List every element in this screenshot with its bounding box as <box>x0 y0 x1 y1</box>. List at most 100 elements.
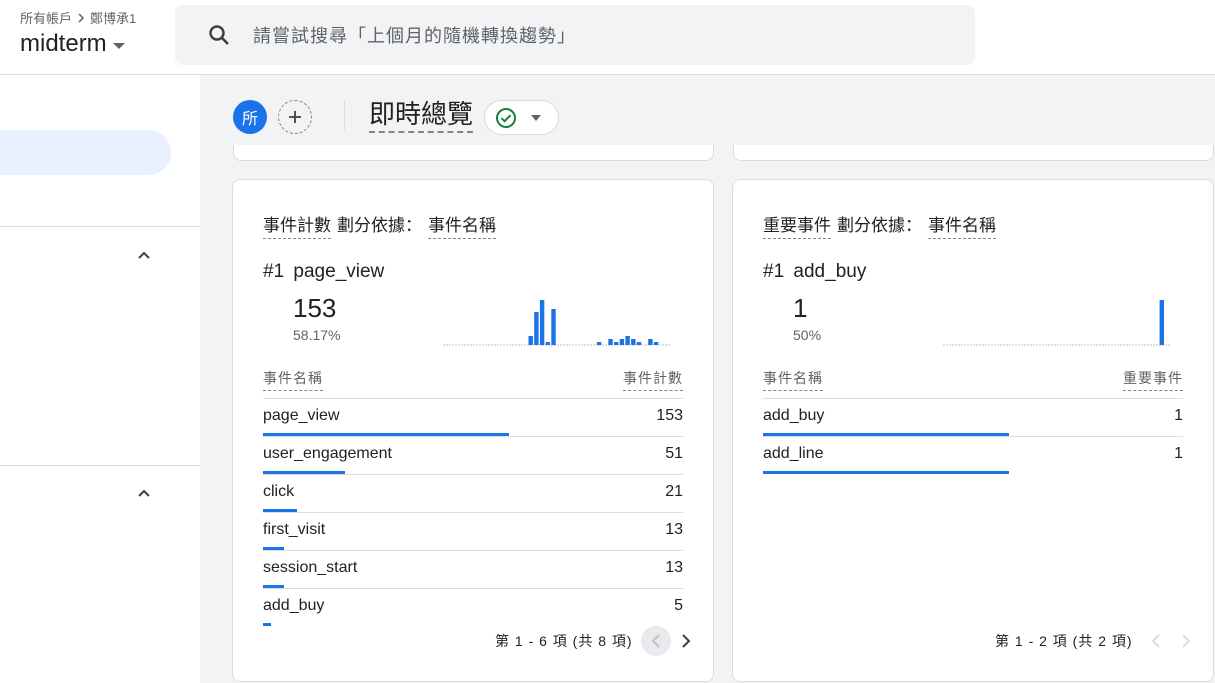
next-page-button[interactable] <box>671 626 701 656</box>
top-rank: #1 <box>263 261 285 282</box>
chevron-up-icon[interactable] <box>137 248 151 262</box>
chevron-right-icon <box>78 12 85 23</box>
status-dropdown[interactable] <box>484 100 559 135</box>
sidebar-divider <box>0 226 200 227</box>
card-remnant <box>233 145 714 161</box>
sparkline-chart <box>443 300 671 346</box>
row-value: 1 <box>1174 445 1183 462</box>
caret-down-icon <box>531 114 541 121</box>
sidebar-item-active[interactable] <box>0 130 171 175</box>
table-row[interactable]: first_visit 13 <box>263 512 683 550</box>
card-title: 事件計數 劃分依據： 事件名稱 <box>263 211 496 239</box>
row-event-name: page_view <box>263 407 340 424</box>
row-event-name: user_engagement <box>263 445 392 462</box>
page-title: 即時總覽 <box>369 98 474 133</box>
sparkline-bar <box>625 336 630 345</box>
chevron-up-icon[interactable] <box>137 486 151 500</box>
pagination: 第 1 - 2 項 (共 2 項) <box>995 626 1201 656</box>
top-bar: 所有帳戶 鄭博承1 midterm 請嘗試搜尋「上個月的隨機轉換趨勢」 <box>0 0 1215 75</box>
table-row[interactable]: add_buy 5 <box>263 588 683 626</box>
top-name: add_buy <box>793 261 867 282</box>
top-percent: 50% <box>793 327 822 343</box>
row-event-name: add_buy <box>263 597 325 614</box>
row-value: 51 <box>665 445 683 462</box>
top-value: 1 <box>793 293 808 323</box>
top-rank: #1 <box>763 261 785 282</box>
chevron-left-icon <box>651 634 660 648</box>
chevron-left-icon <box>1151 634 1160 648</box>
column-header-metric[interactable]: 重要事件 <box>1123 368 1183 391</box>
split-label: 劃分依據： <box>337 216 422 235</box>
column-header-dimension[interactable]: 事件名稱 <box>763 368 823 391</box>
sparkline-bar <box>653 342 659 345</box>
check-circle-icon <box>496 107 516 128</box>
row-value: 21 <box>665 483 683 500</box>
search-input[interactable]: 請嘗試搜尋「上個月的隨機轉換趨勢」 <box>175 5 975 65</box>
key-events-card: 重要事件 劃分依據： 事件名稱 #1 add_buy 1 50% 事件名稱 重要… <box>732 179 1214 682</box>
top-item: #1 page_view <box>263 261 384 283</box>
search-icon <box>209 25 229 45</box>
top-item: #1 add_buy <box>763 261 866 283</box>
sparkline-bar <box>619 339 625 345</box>
column-header-metric[interactable]: 事件計數 <box>623 368 683 391</box>
plus-icon <box>289 111 301 123</box>
table-row[interactable]: add_buy 1 <box>763 398 1183 436</box>
card-remnant <box>733 145 1214 161</box>
comparison-chip[interactable]: 所 <box>233 100 267 134</box>
column-header-dimension[interactable]: 事件名稱 <box>263 368 323 391</box>
sparkline-bar <box>539 300 545 345</box>
sidebar-divider <box>0 465 200 466</box>
sparkline-bar <box>534 312 539 345</box>
table-row[interactable]: add_line 1 <box>763 436 1183 474</box>
pagination: 第 1 - 6 項 (共 8 項) <box>495 626 701 656</box>
sparkline-bar <box>551 309 556 345</box>
table-row[interactable]: user_engagement 51 <box>263 436 683 474</box>
row-share-bar <box>263 623 272 626</box>
metric-label[interactable]: 事件計數 <box>263 211 331 239</box>
table-row[interactable]: session_start 13 <box>263 550 683 588</box>
sparkline-bar <box>596 342 602 345</box>
sparkline-bar <box>631 339 636 345</box>
next-page-button[interactable] <box>1171 626 1201 656</box>
prev-page-button[interactable] <box>640 626 671 656</box>
property-selector[interactable]: midterm <box>20 30 125 58</box>
row-value: 13 <box>665 521 683 538</box>
row-event-name: first_visit <box>263 521 326 538</box>
chevron-right-icon <box>681 634 690 648</box>
chevron-right-icon <box>1181 634 1190 648</box>
row-share-bar <box>763 471 1009 474</box>
row-event-name: session_start <box>263 559 358 576</box>
top-value: 153 <box>293 293 337 323</box>
add-comparison-button[interactable] <box>278 100 312 134</box>
prev-page-button[interactable] <box>1141 626 1171 656</box>
top-percent: 58.17% <box>293 327 341 343</box>
caret-down-icon <box>112 43 125 49</box>
row-value: 13 <box>665 559 683 576</box>
row-value: 1 <box>1174 407 1183 424</box>
sidebar <box>0 75 200 683</box>
event-count-card: 事件計數 劃分依據： 事件名稱 #1 page_view 153 58.17% … <box>232 179 714 682</box>
sparkline-bar <box>636 342 642 345</box>
card-title: 重要事件 劃分依據： 事件名稱 <box>763 211 996 239</box>
data-table: add_buy 1 add_line 1 <box>763 398 1183 474</box>
pagination-label: 第 1 - 2 項 (共 2 項) <box>995 633 1133 649</box>
top-name: page_view <box>293 261 385 282</box>
table-row[interactable]: click 21 <box>263 474 683 512</box>
row-event-name: click <box>263 483 295 500</box>
breadcrumb-user[interactable]: 鄭博承1 <box>90 8 136 27</box>
breadcrumb[interactable]: 所有帳戶 鄭博承1 <box>20 8 136 27</box>
sparkline-bar <box>648 339 653 345</box>
dimension-label[interactable]: 事件名稱 <box>428 211 496 239</box>
sparkline-bar <box>1159 300 1164 345</box>
metric-label[interactable]: 重要事件 <box>763 211 831 239</box>
sparkline-bar <box>614 342 619 345</box>
sparkline-bar <box>528 336 533 345</box>
breadcrumb-account[interactable]: 所有帳戶 <box>20 8 72 27</box>
data-table: page_view 153 user_engagement 51 click 21 firs… <box>263 398 683 626</box>
row-event-name: add_buy <box>763 407 825 424</box>
table-row[interactable]: page_view 153 <box>263 398 683 436</box>
sparkline-chart <box>943 300 1171 346</box>
dimension-label[interactable]: 事件名稱 <box>928 211 996 239</box>
row-value: 153 <box>656 407 683 424</box>
split-label: 劃分依據： <box>837 216 922 235</box>
